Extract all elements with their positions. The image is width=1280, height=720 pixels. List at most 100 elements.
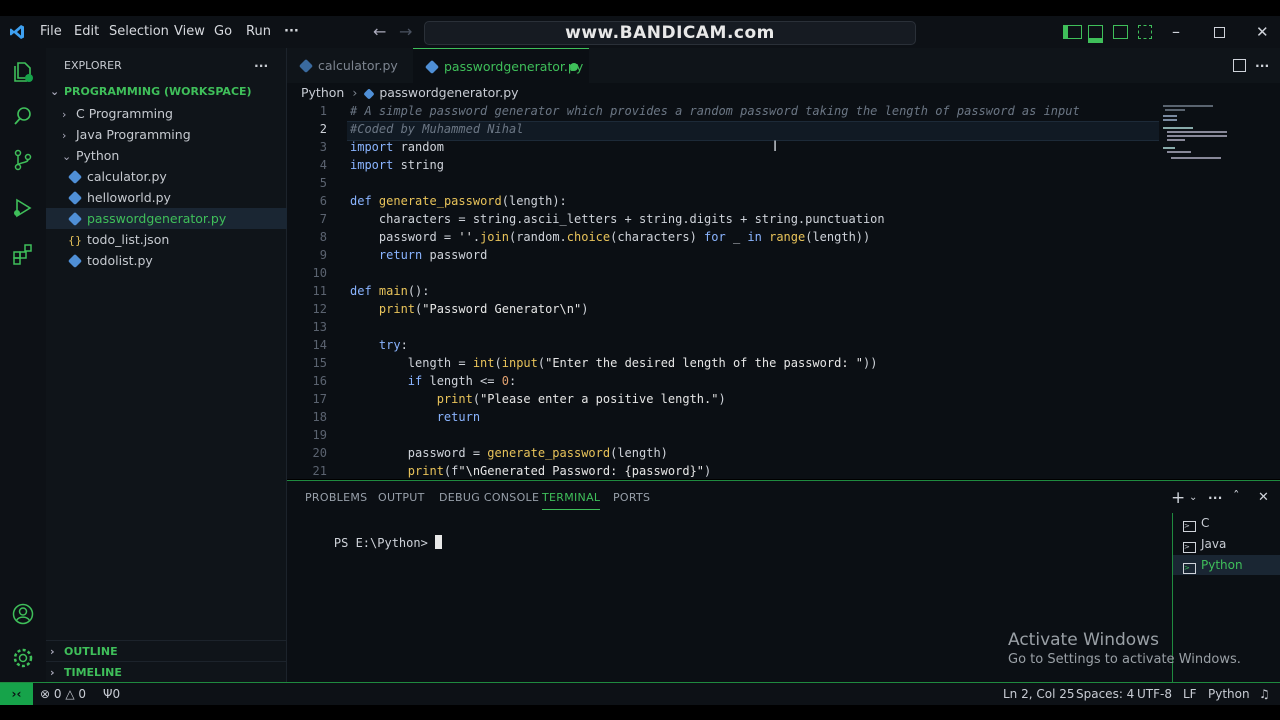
breadcrumb-file[interactable]: passwordgenerator.py: [379, 85, 518, 100]
menu-edit[interactable]: Edit: [74, 16, 99, 48]
indentation[interactable]: Spaces: 4: [1076, 683, 1134, 705]
search-icon[interactable]: [11, 104, 35, 128]
minimize-icon[interactable]: –: [1172, 16, 1180, 48]
code-line[interactable]: print("Please enter a positive length."): [350, 392, 726, 406]
sidebar-item-label: todo_list.json: [87, 232, 170, 247]
toggle-secondary-sidebar-icon[interactable]: [1113, 25, 1128, 39]
split-editor-icon[interactable]: [1233, 59, 1246, 72]
sidebar-item-label: Java Programming: [76, 127, 191, 142]
python-file-icon: [67, 190, 83, 206]
forward-arrow-icon[interactable]: →: [399, 16, 412, 48]
menu-file[interactable]: File: [40, 16, 62, 48]
line-number: 18: [312, 410, 327, 424]
code-line[interactable]: # A simple password generator which prov…: [350, 104, 1080, 118]
terminal-label: C: [1201, 516, 1210, 530]
code-line[interactable]: #Coded by Muhammed Nihal: [350, 122, 523, 136]
encoding[interactable]: UTF-8: [1137, 683, 1172, 705]
remote-indicator-icon[interactable]: ›‹: [0, 683, 33, 705]
back-arrow-icon[interactable]: ←: [373, 16, 386, 48]
panel-tab-problems[interactable]: PROBLEMS: [305, 481, 367, 515]
extensions-icon[interactable]: [11, 242, 35, 266]
terminal-item-java[interactable]: > Java: [1183, 534, 1280, 554]
terminal-icon: >: [1183, 521, 1196, 532]
terminal-item-python[interactable]: > Python: [1173, 555, 1280, 575]
code-line[interactable]: length = int(input("Enter the desired le…: [350, 356, 878, 370]
code-editor[interactable]: 1 # A simple password generator which pro…: [287, 103, 1280, 479]
code-line[interactable]: print("Password Generator\n"): [350, 302, 589, 316]
panel-more-icon[interactable]: ···: [1208, 481, 1223, 515]
code-line[interactable]: def main():: [350, 284, 430, 298]
sidebar-item-calculator[interactable]: calculator.py: [46, 166, 310, 187]
code-line[interactable]: password = ''.join(random.choice(charact…: [350, 230, 870, 244]
menu-run[interactable]: Run: [246, 16, 271, 48]
source-control-icon[interactable]: [11, 148, 35, 172]
timeline-section[interactable]: › TIMELINE: [46, 661, 286, 683]
code-line[interactable]: import random: [350, 140, 444, 154]
code-line[interactable]: return password: [350, 248, 487, 262]
editor-more-icon[interactable]: ···: [1255, 48, 1269, 83]
workspace-header[interactable]: ⌄ PROGRAMMING (WORKSPACE): [46, 81, 286, 102]
new-terminal-plus-icon[interactable]: +: [1171, 481, 1186, 515]
sidebar-item-todo-list-json[interactable]: {} todo_list.json: [46, 229, 308, 250]
code-line[interactable]: return: [350, 410, 480, 424]
error-icon: ⊗: [40, 687, 51, 701]
sidebar-item-python[interactable]: ⌄ Python: [46, 145, 302, 166]
line-number: 5: [319, 176, 327, 190]
sidebar-item-helloworld[interactable]: helloworld.py: [46, 187, 310, 208]
code-line[interactable]: password = generate_password(length): [350, 446, 668, 460]
outline-section[interactable]: › OUTLINE: [46, 640, 286, 662]
sidebar-item-passwordgenerator[interactable]: passwordgenerator.py: [46, 208, 310, 229]
sidebar-item-todolist[interactable]: todolist.py: [46, 250, 310, 271]
maximize-panel-chevron-up-icon[interactable]: ˆ: [1233, 481, 1240, 515]
panel-tab-ports[interactable]: PORTS: [613, 481, 650, 515]
terminal-dropdown-chevron-icon[interactable]: ⌄: [1189, 481, 1198, 515]
maximize-icon[interactable]: [1214, 27, 1225, 38]
line-number: 11: [312, 284, 327, 298]
tab-passwordgenerator[interactable]: passwordgenerator.py: [413, 48, 589, 84]
sidebar-item-c-programming[interactable]: › C Programming: [46, 103, 302, 124]
toggle-panel-icon[interactable]: [1088, 25, 1103, 43]
code-line[interactable]: print(f"\nGenerated Password: {password}…: [350, 464, 711, 478]
problems-indicator[interactable]: ⊗ 0 △ 0: [40, 683, 86, 705]
minimap[interactable]: [1163, 103, 1273, 163]
panel-tab-terminal[interactable]: TERMINAL: [542, 481, 601, 510]
menu-selection[interactable]: Selection: [109, 16, 169, 48]
code-line[interactable]: if length <= 0:: [350, 374, 516, 388]
terminal-icon: >: [1183, 563, 1196, 574]
cursor-position[interactable]: Ln 2, Col 25: [1003, 683, 1075, 705]
code-line[interactable]: import string: [350, 158, 444, 172]
manage-gear-icon[interactable]: [11, 646, 35, 670]
code-line[interactable]: characters = string.ascii_letters + stri…: [350, 212, 885, 226]
ports-indicator[interactable]: Ψ0: [103, 683, 120, 705]
run-debug-icon[interactable]: [11, 196, 35, 220]
warning-icon: △: [65, 687, 75, 701]
tab-calculator[interactable]: calculator.py: [287, 48, 413, 83]
account-icon[interactable]: [11, 602, 35, 626]
command-center[interactable]: www.BANDICAM.com: [424, 21, 916, 45]
notifications-bell-icon[interactable]: ♫: [1259, 683, 1270, 705]
code-line[interactable]: def generate_password(length):: [350, 194, 567, 208]
language-mode[interactable]: Python: [1208, 683, 1250, 705]
close-icon[interactable]: ✕: [1256, 16, 1269, 48]
panel-tab-output[interactable]: OUTPUT: [378, 481, 425, 515]
explorer-icon[interactable]: [11, 60, 35, 84]
menu-more[interactable]: ···: [284, 16, 299, 48]
terminal-item-c[interactable]: > C: [1183, 513, 1280, 533]
menu-view[interactable]: View: [174, 16, 205, 48]
toggle-primary-sidebar-icon[interactable]: [1063, 25, 1082, 39]
terminal-output[interactable]: PS E:\Python>: [305, 521, 443, 564]
timeline-label: TIMELINE: [64, 666, 122, 679]
sidebar-item-java-programming[interactable]: › Java Programming: [46, 124, 302, 145]
code-line[interactable]: try:: [350, 338, 408, 352]
end-of-line[interactable]: LF: [1183, 683, 1197, 705]
explorer-more-icon[interactable]: ···: [254, 55, 274, 76]
line-number: 4: [319, 158, 327, 172]
unsaved-dot-icon[interactable]: [570, 63, 578, 71]
breadcrumb-folder[interactable]: Python: [301, 85, 344, 100]
terminal-label: Python: [1201, 558, 1243, 572]
panel-tab-debug-console[interactable]: DEBUG CONSOLE: [439, 481, 539, 515]
customize-layout-icon[interactable]: [1138, 25, 1152, 39]
close-panel-icon[interactable]: ✕: [1258, 481, 1269, 515]
line-number: 2: [319, 122, 327, 136]
menu-go[interactable]: Go: [214, 16, 232, 48]
